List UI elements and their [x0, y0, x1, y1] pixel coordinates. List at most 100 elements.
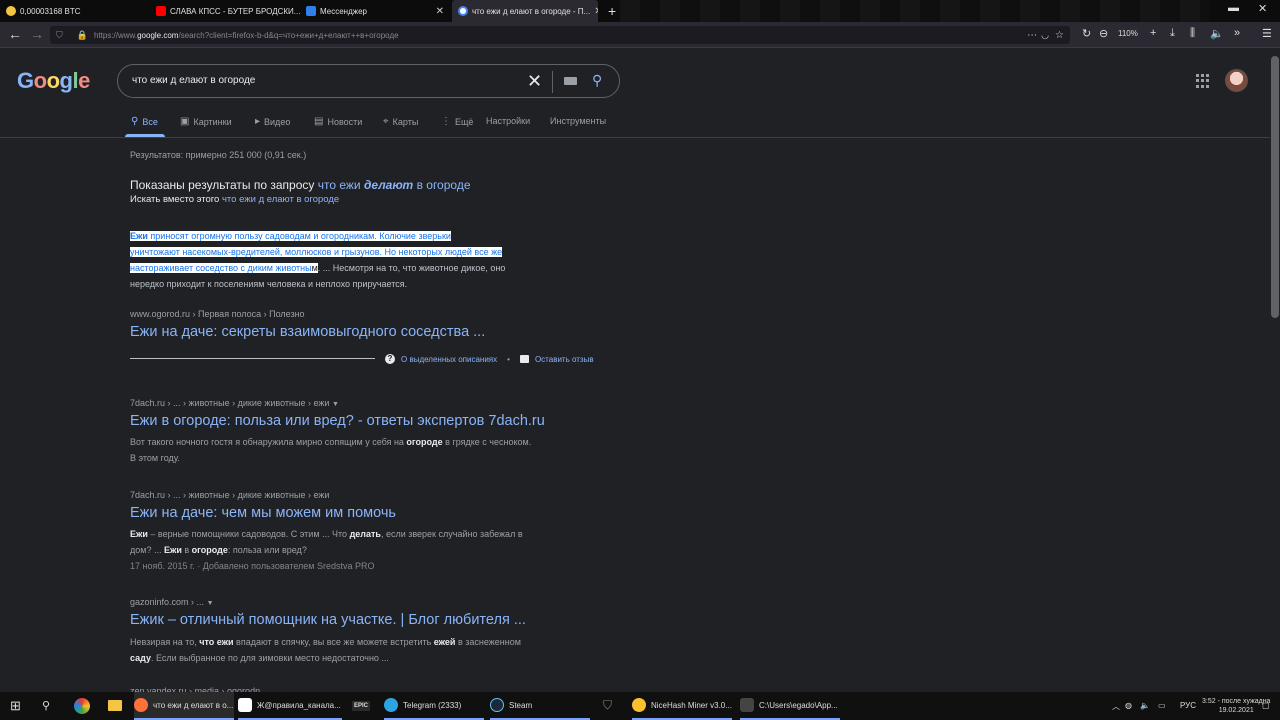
forward-arrow-icon[interactable]: →	[30, 26, 44, 42]
taskbar-label: что ежи д елают в о...	[153, 700, 234, 710]
search-divider	[552, 71, 553, 93]
bookmark-star-icon[interactable]: ☆	[1055, 30, 1064, 41]
volume-icon[interactable]: 🔈	[1140, 701, 1150, 710]
page-actions-icon[interactable]: ⋯	[1027, 30, 1037, 41]
feedback-link[interactable]: Оставить отзыв	[535, 355, 594, 364]
taskbar-label: Steam	[509, 700, 533, 710]
snippet-date: 17 нояб. 2015 г. · Добавлено пользовател…	[130, 561, 375, 571]
tab-more[interactable]: ⋮ Ещё	[441, 116, 473, 127]
map-pin-icon: ⌖	[383, 116, 389, 127]
taskbar-nicehash[interactable]: NiceHash Miner v3.0...	[632, 692, 732, 720]
result-breadcrumb: 7dach.ru › ... › животные › дикие животн…	[130, 398, 339, 408]
network-globe-icon[interactable]: ◍	[1125, 701, 1132, 710]
library-icon[interactable]: ⫼	[1190, 27, 1195, 40]
taskbar-telegram[interactable]: Telegram (2333)	[384, 692, 484, 720]
url-bar[interactable]: ⛉ 🔒 https://www. google.com/search?client…	[50, 26, 1070, 44]
taskbar-epic[interactable]: EPIC	[352, 692, 376, 720]
hamburger-menu-icon[interactable]: ☰	[1262, 27, 1272, 40]
snippet-bold: ежей	[433, 637, 456, 647]
close-tab-icon[interactable]: ✕	[432, 6, 444, 17]
breadcrumb-text: gazoninfo.com › ...	[130, 597, 205, 607]
caret-down-icon[interactable]: ▼	[207, 600, 214, 607]
snippet-bold: Ежи	[130, 231, 148, 241]
snippet-bold: что ежи	[199, 637, 234, 647]
account-avatar[interactable]	[1225, 69, 1248, 92]
browser-nav-bar: ← → ⛉ 🔒 https://www. google.com/search?cl…	[0, 22, 1280, 48]
minimize-icon[interactable]: ▬	[1228, 2, 1239, 14]
spelling-correction: Показаны результаты по запросу что ежи д…	[130, 178, 471, 192]
tab-maps[interactable]: ⌖ Карты	[383, 116, 418, 127]
tab-all[interactable]: ⚲ Все	[131, 116, 158, 127]
tabstrip-background-pattern	[620, 0, 1210, 22]
snippet-text: Невзирая на то,	[130, 637, 200, 647]
search-icon[interactable]: ⚲	[42, 699, 50, 712]
tab-settings[interactable]: Настройки	[486, 116, 530, 126]
speaker-icon[interactable]: 🔈	[1210, 27, 1224, 40]
logo-letter: o	[46, 68, 60, 93]
active-tab-indicator	[125, 134, 165, 137]
google-logo[interactable]: Google	[17, 68, 90, 94]
featured-divider	[130, 358, 375, 359]
tab-title: что ежи д елают в огороде - П...	[472, 6, 591, 16]
pocket-icon[interactable]: ◡	[1041, 30, 1049, 41]
taskbar-notepad[interactable]: Ж@правила_канала...	[238, 692, 342, 720]
new-tab-button[interactable]: +	[602, 0, 620, 22]
snippet-line: нередко приходит к поселениям человека и…	[130, 279, 408, 289]
result-title[interactable]: Ежи на даче: чем мы можем им помочь	[130, 505, 396, 521]
video-icon: ▸	[255, 116, 261, 127]
taskbar-label: NiceHash Miner v3.0...	[651, 700, 732, 710]
corrected-query-link[interactable]: что ежи делают в огороде	[318, 178, 471, 192]
tray-chevron-icon[interactable]: ︿	[1112, 701, 1120, 712]
reload-icon[interactable]: ↻	[1082, 27, 1091, 40]
bitcoin-icon	[6, 6, 16, 16]
url-path: /search?client=firefox-b-d&q=что+ежи+д+е…	[178, 30, 399, 40]
result-breadcrumb: 7dach.ru › ... › животные › дикие животн…	[130, 490, 330, 500]
app-launcher-icon[interactable]	[74, 698, 90, 714]
clear-search-icon[interactable]: ✕	[527, 71, 542, 92]
close-tab-icon[interactable]: ✕	[590, 6, 598, 17]
snippet-bold: огороде	[191, 545, 228, 555]
snippet-bold: огороде	[406, 437, 443, 447]
zoom-in-icon[interactable]: +	[1150, 27, 1156, 39]
search-box[interactable]: что ежи д елают в огороде ✕ ⚲	[117, 64, 620, 98]
taskbar-console[interactable]: C:\Users\egado\App...	[740, 692, 840, 720]
zoom-level[interactable]: 110%	[1118, 29, 1138, 38]
file-explorer-icon[interactable]	[108, 700, 122, 711]
download-icon[interactable]: ⤓	[1170, 27, 1175, 40]
back-arrow-icon[interactable]: ←	[8, 26, 22, 42]
taskbar-firefox[interactable]: что ежи д елают в о...	[134, 692, 234, 720]
featured-result-title[interactable]: Ежи на даче: секреты взаимовыгодного сос…	[130, 324, 485, 340]
overflow-chevron-icon[interactable]: »	[1234, 27, 1240, 39]
search-icon[interactable]: ⚲	[592, 72, 602, 89]
keyboard-icon[interactable]	[564, 77, 577, 85]
shield-app-icon[interactable]: ⛉	[603, 698, 612, 713]
google-apps-grid-icon[interactable]	[1196, 74, 1210, 88]
browser-tab-youtube[interactable]: СЛАВА КПСС - БУТЕР БРОДСКИ... ✕	[150, 0, 300, 22]
window-close-icon[interactable]: ✕	[1258, 2, 1267, 15]
browser-tab-google[interactable]: что ежи д елают в огороде - П... ✕	[452, 0, 598, 22]
display-icon[interactable]: ▭	[1158, 701, 1166, 710]
tab-images[interactable]: ▣ Картинки	[180, 116, 232, 127]
original-query-link[interactable]: что ежи д елают в огороде	[222, 194, 339, 205]
result-title[interactable]: Ежик – отличный помощник на участке. | Б…	[130, 612, 526, 628]
language-indicator[interactable]: РУС	[1180, 701, 1196, 710]
result-snippet: Ежи – верные помощники садоводов. С этим…	[130, 526, 610, 574]
snippet-text: . Если выбранное по для зимовки место не…	[150, 653, 389, 663]
tab-tools[interactable]: Инструменты	[550, 116, 606, 126]
browser-tab-messenger[interactable]: Мессенджер ✕	[300, 0, 450, 22]
taskbar-steam[interactable]: Steam	[490, 692, 590, 720]
result-title[interactable]: Ежи в огороде: польза или вред? - ответы…	[130, 413, 545, 429]
snippet-bold: делать	[349, 529, 381, 539]
corrected-text: в огороде	[416, 178, 471, 192]
clock[interactable]: 3:52 - после хужадна 19.02.2021	[1202, 697, 1270, 715]
caret-down-icon[interactable]: ▼	[332, 401, 339, 408]
windows-start-icon[interactable]: ⊞	[10, 698, 21, 714]
tab-video[interactable]: ▸ Видео	[255, 116, 290, 127]
browser-tab-btc[interactable]: 0,00003168 BTC	[0, 0, 150, 22]
search-input[interactable]: что ежи д елают в огороде	[132, 75, 255, 86]
scrollbar-thumb[interactable]	[1271, 56, 1279, 318]
tab-news[interactable]: ▤ Новости	[314, 116, 362, 127]
notification-icon[interactable]: ▢	[1262, 701, 1270, 710]
zoom-out-icon[interactable]: ⊖	[1099, 27, 1108, 40]
about-snippets-link[interactable]: О выделенных описаниях	[401, 355, 497, 364]
